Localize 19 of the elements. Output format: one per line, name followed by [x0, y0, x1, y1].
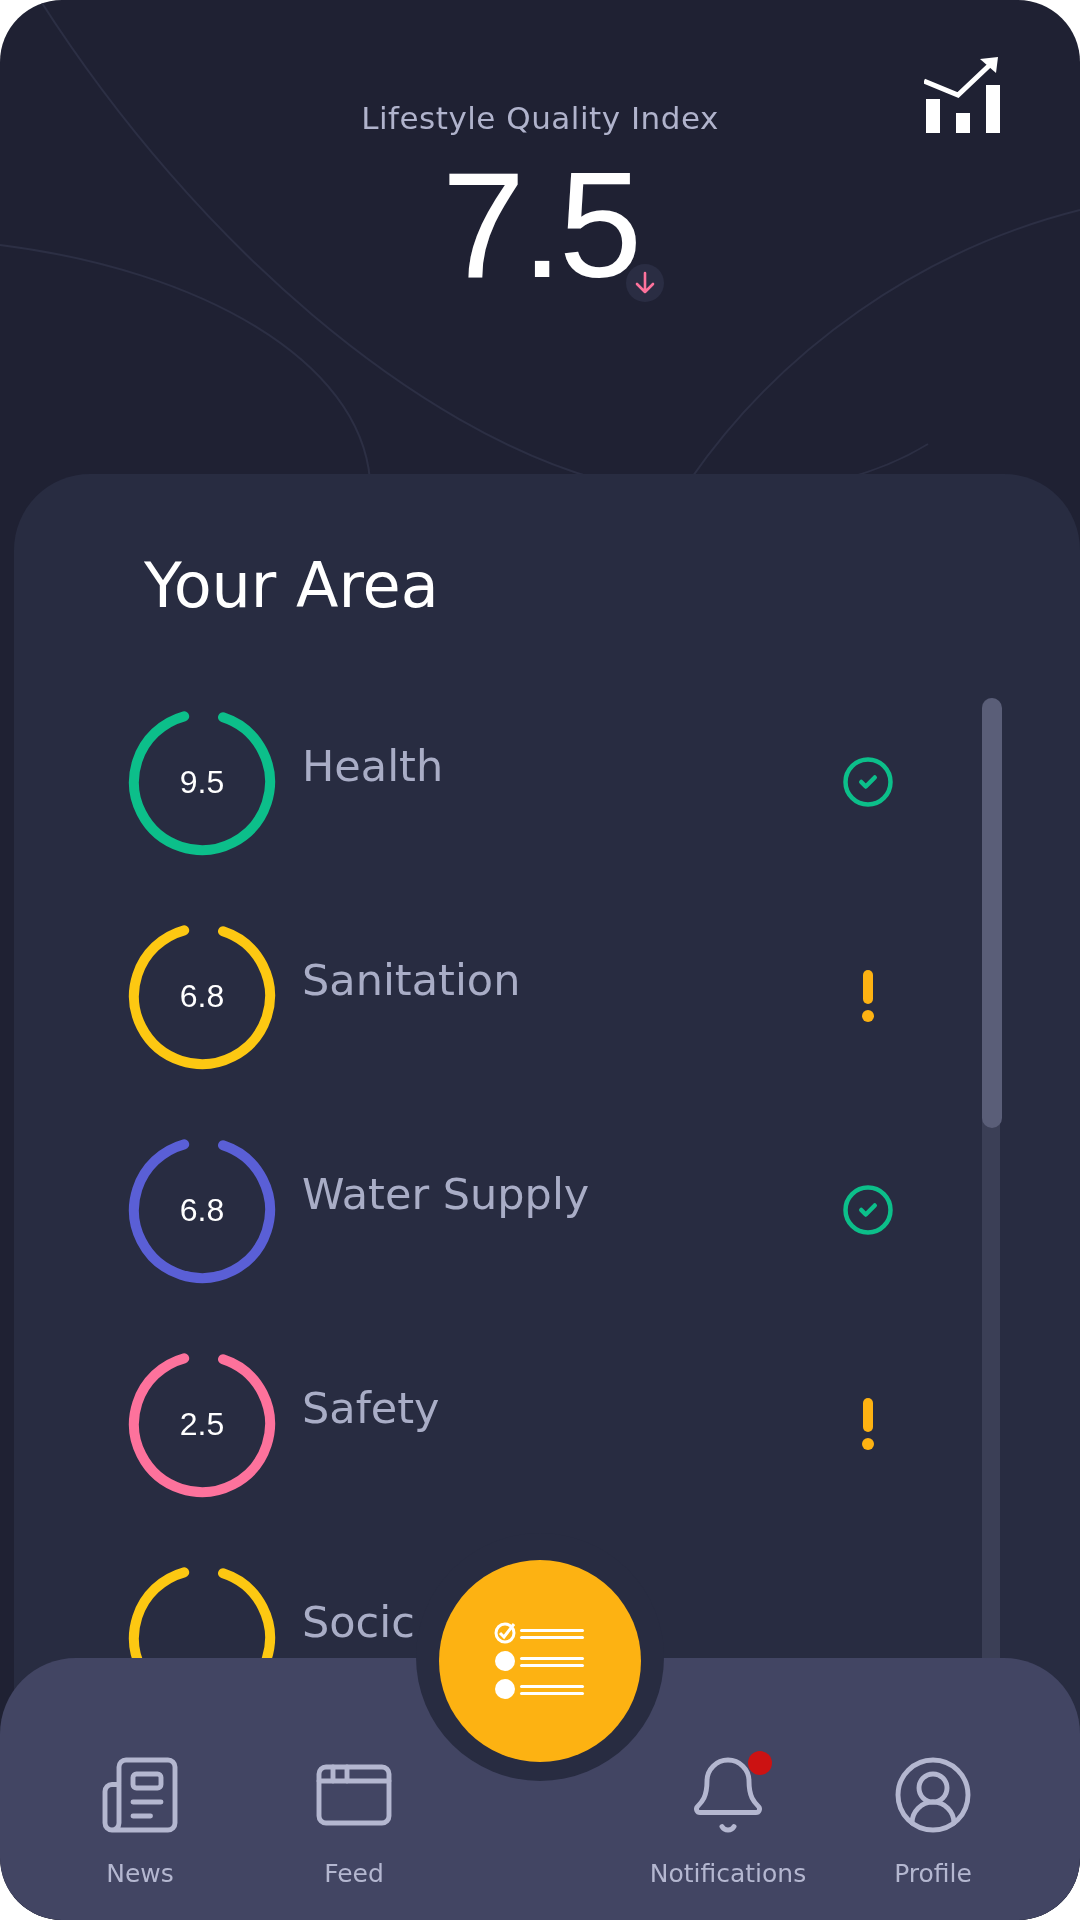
- index-title: Lifestyle Quality Index: [361, 100, 719, 136]
- nav-tab[interactable]: Profile: [833, 1753, 1033, 1888]
- category-label: Socic: [302, 1597, 416, 1647]
- scrollbar-thumb[interactable]: [982, 698, 1002, 1128]
- index-score: 7.5: [441, 160, 639, 290]
- category-label: Sanitation: [302, 955, 522, 1005]
- score-value: 9.5: [179, 763, 225, 801]
- category-label: Water Supply: [302, 1169, 591, 1219]
- nav-tab[interactable]: Feed: [254, 1753, 454, 1888]
- nav-tab[interactable]: News: [40, 1753, 240, 1888]
- checklist-icon: [494, 1621, 586, 1701]
- score-value: 6.8: [179, 1191, 225, 1229]
- section-title: Your Area: [144, 548, 440, 624]
- category-label: Health: [302, 741, 445, 791]
- growth-chart-icon[interactable]: [924, 57, 1000, 133]
- score-value: 2.5: [179, 1405, 225, 1443]
- category-label: Safety: [302, 1383, 441, 1433]
- nav-tab[interactable]: Notifications: [628, 1753, 828, 1888]
- score-value: 6.8: [179, 977, 225, 1015]
